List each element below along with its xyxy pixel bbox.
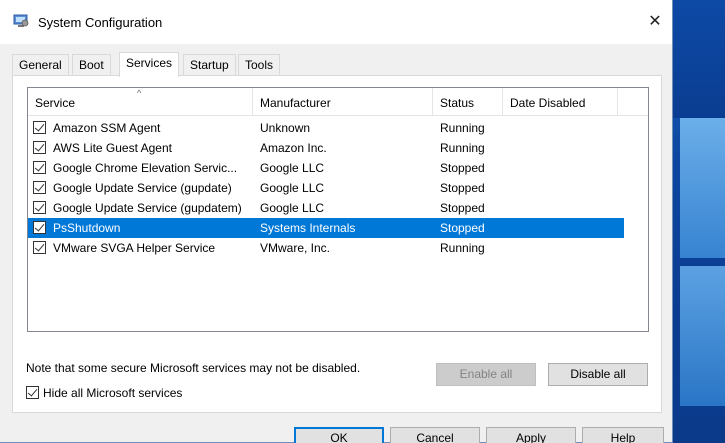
ok-button[interactable]: OK [294, 427, 384, 443]
manufacturer: Unknown [260, 121, 311, 135]
status: Running [440, 121, 485, 135]
help-button[interactable]: Help [582, 427, 664, 443]
manufacturer: VMware, Inc. [260, 241, 331, 255]
status: Running [440, 141, 485, 155]
title-bar: System Configuration ✕ [0, 0, 672, 44]
list-header: ^ Service Manufacturer Status Date Disab… [28, 88, 648, 116]
system-configuration-window: System Configuration ✕ General Boot Serv… [0, 0, 673, 443]
hide-microsoft-services-label: Hide all Microsoft services [43, 386, 183, 400]
service-name: AWS Lite Guest Agent [53, 141, 172, 155]
service-name: Google Update Service (gupdate) [53, 181, 232, 195]
service-name: Google Update Service (gupdatem) [53, 201, 242, 215]
service-name: Amazon SSM Agent [53, 121, 161, 135]
manufacturer: Systems Internals [260, 221, 356, 235]
tab-general[interactable]: General [12, 54, 69, 76]
table-row[interactable]: AWS Lite Guest Agent Amazon Inc. Running [28, 138, 624, 158]
column-header-status[interactable]: Status [433, 88, 503, 116]
manufacturer: Google LLC [260, 161, 325, 175]
apply-button[interactable]: Apply [486, 427, 576, 443]
tab-startup[interactable]: Startup [183, 54, 236, 76]
desktop-background [666, 0, 725, 118]
status: Stopped [440, 201, 485, 215]
table-row[interactable]: Google Update Service (gupdate) Google L… [28, 178, 624, 198]
table-row-selected[interactable]: PsShutdown Systems Internals Stopped [28, 218, 624, 238]
msconfig-icon [13, 14, 29, 27]
close-icon: ✕ [648, 13, 662, 30]
checkbox-checked-icon[interactable] [33, 161, 46, 174]
secure-services-note: Note that some secure Microsoft services… [26, 361, 361, 375]
table-row[interactable]: Google Chrome Elevation Servic... Google… [28, 158, 624, 178]
services-panel: ^ Service Manufacturer Status Date Disab… [12, 75, 662, 413]
column-header-service[interactable]: Service [28, 88, 253, 116]
tab-tools[interactable]: Tools [238, 54, 281, 76]
table-row[interactable]: VMware SVGA Helper Service VMware, Inc. … [28, 238, 624, 258]
window-title: System Configuration [38, 15, 163, 30]
close-button[interactable]: ✕ [640, 8, 670, 36]
service-name: VMware SVGA Helper Service [53, 241, 216, 255]
checkbox-checked-icon[interactable] [33, 241, 46, 254]
disable-all-button[interactable]: Disable all [548, 363, 648, 386]
service-name: PsShutdown [53, 221, 121, 235]
desktop-window-logo-pane [680, 266, 725, 406]
tab-boot[interactable]: Boot [72, 54, 111, 76]
status: Stopped [440, 221, 485, 235]
enable-all-button[interactable]: Enable all [436, 363, 536, 386]
status: Stopped [440, 181, 485, 195]
tab-services[interactable]: Services [119, 52, 180, 77]
checkbox-checked-icon[interactable] [33, 141, 46, 154]
service-name: Google Chrome Elevation Servic... [53, 161, 238, 175]
table-row[interactable]: Google Update Service (gupdatem) Google … [28, 198, 624, 218]
column-header-date-disabled[interactable]: Date Disabled [503, 88, 618, 116]
cancel-button[interactable]: Cancel [390, 427, 480, 443]
desktop-window-logo-pane [680, 118, 725, 258]
checkbox-checked-icon[interactable] [33, 121, 46, 134]
checkbox-checked-icon[interactable] [33, 221, 46, 234]
status: Running [440, 241, 485, 255]
checkbox-checked-icon[interactable] [33, 181, 46, 194]
status: Stopped [440, 161, 485, 175]
table-row[interactable]: Amazon SSM Agent Unknown Running [28, 118, 624, 138]
manufacturer: Google LLC [260, 181, 325, 195]
services-list[interactable]: ^ Service Manufacturer Status Date Disab… [27, 87, 649, 332]
column-header-manufacturer[interactable]: Manufacturer [253, 88, 433, 116]
manufacturer: Google LLC [260, 201, 325, 215]
manufacturer: Amazon Inc. [260, 141, 327, 155]
checkbox-checked-icon[interactable] [33, 201, 46, 214]
checkbox-checked-icon[interactable] [26, 386, 39, 399]
